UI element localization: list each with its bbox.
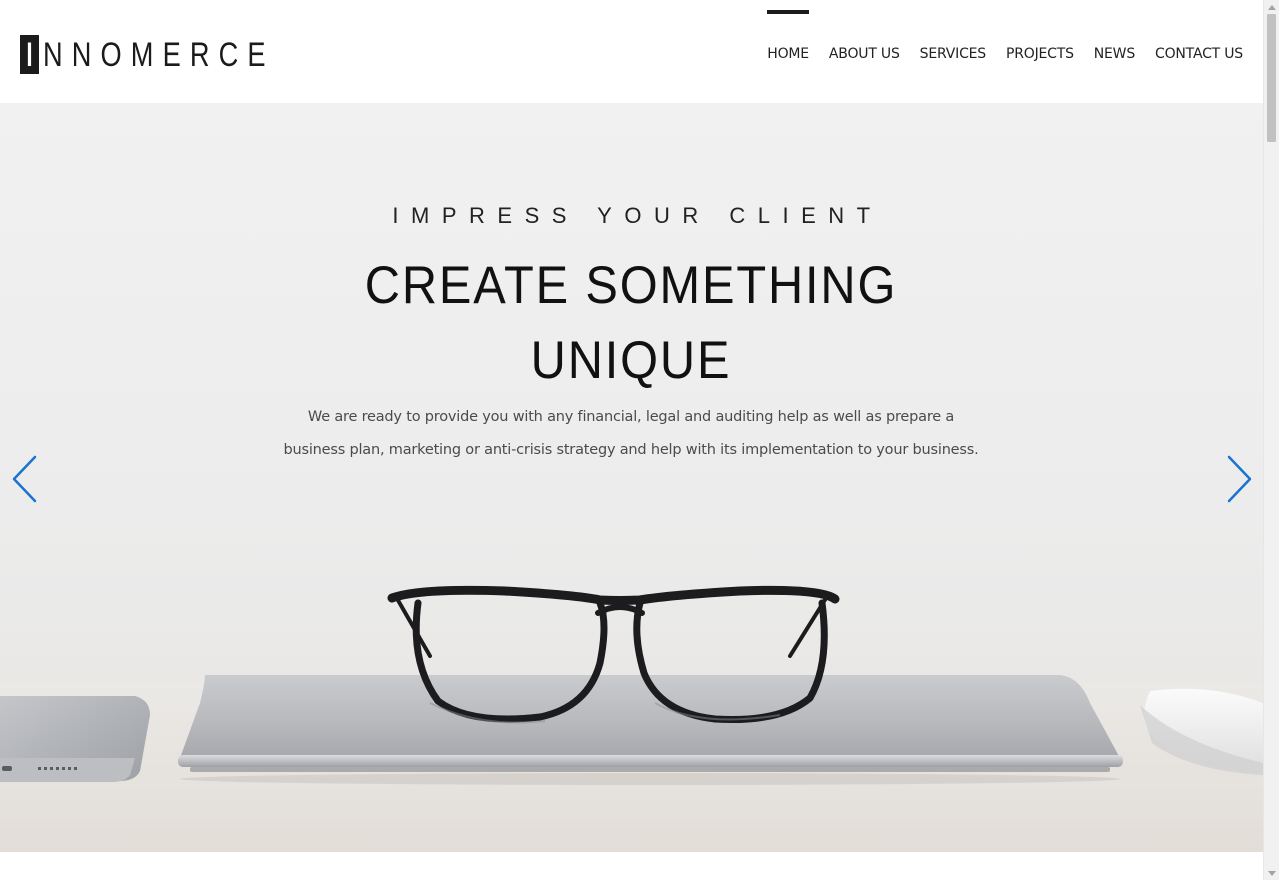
site-logo[interactable]: I NNOMERCE bbox=[20, 35, 333, 74]
scroll-down-icon[interactable] bbox=[1264, 866, 1279, 880]
nav-item-news[interactable]: NEWS bbox=[1094, 0, 1135, 103]
hero-description-line-2: business plan, marketing or anti-crisis … bbox=[283, 442, 979, 458]
vertical-scrollbar[interactable] bbox=[1263, 0, 1279, 880]
hero-slider: IMPRESS YOUR CLIENT CREATE SOMETHING UNI… bbox=[0, 103, 1263, 852]
hero-description: We are ready to provide you with any fin… bbox=[281, 401, 981, 467]
nav-item-home[interactable]: HOME bbox=[767, 0, 809, 103]
slider-next-button[interactable] bbox=[1224, 454, 1254, 504]
nav-item-projects[interactable]: PROJECTS bbox=[1006, 0, 1074, 103]
site-header: I NNOMERCE HOME ABOUT US SERVICES PROJEC… bbox=[0, 0, 1263, 103]
scrollbar-thumb[interactable] bbox=[1267, 14, 1276, 142]
nav-item-services[interactable]: SERVICES bbox=[920, 0, 987, 103]
main-nav: HOME ABOUT US SERVICES PROJECTS NEWS CON… bbox=[767, 0, 1243, 103]
slider-prev-button[interactable] bbox=[10, 454, 40, 504]
hero-title-line-1: CREATE SOMETHING bbox=[364, 256, 898, 315]
nav-item-about-us[interactable]: ABOUT US bbox=[829, 0, 900, 103]
chevron-right-icon bbox=[1227, 455, 1252, 503]
chevron-left-icon bbox=[12, 455, 37, 503]
hero-kicker: IMPRESS YOUR CLIENT bbox=[392, 203, 883, 228]
logo-text: NNOMERCE bbox=[43, 35, 275, 74]
hero-description-line-1: We are ready to provide you with any fin… bbox=[307, 409, 955, 425]
page: I NNOMERCE HOME ABOUT US SERVICES PROJEC… bbox=[0, 0, 1279, 880]
hero-title-line-2: UNIQUE bbox=[530, 331, 732, 390]
next-section-edge bbox=[0, 852, 1263, 880]
logo-initial: I bbox=[20, 35, 39, 74]
scroll-up-icon[interactable] bbox=[1264, 0, 1279, 14]
nav-item-contact-us[interactable]: CONTACT US bbox=[1155, 0, 1243, 103]
hero-title: CREATE SOMETHING UNIQUE bbox=[355, 248, 907, 398]
